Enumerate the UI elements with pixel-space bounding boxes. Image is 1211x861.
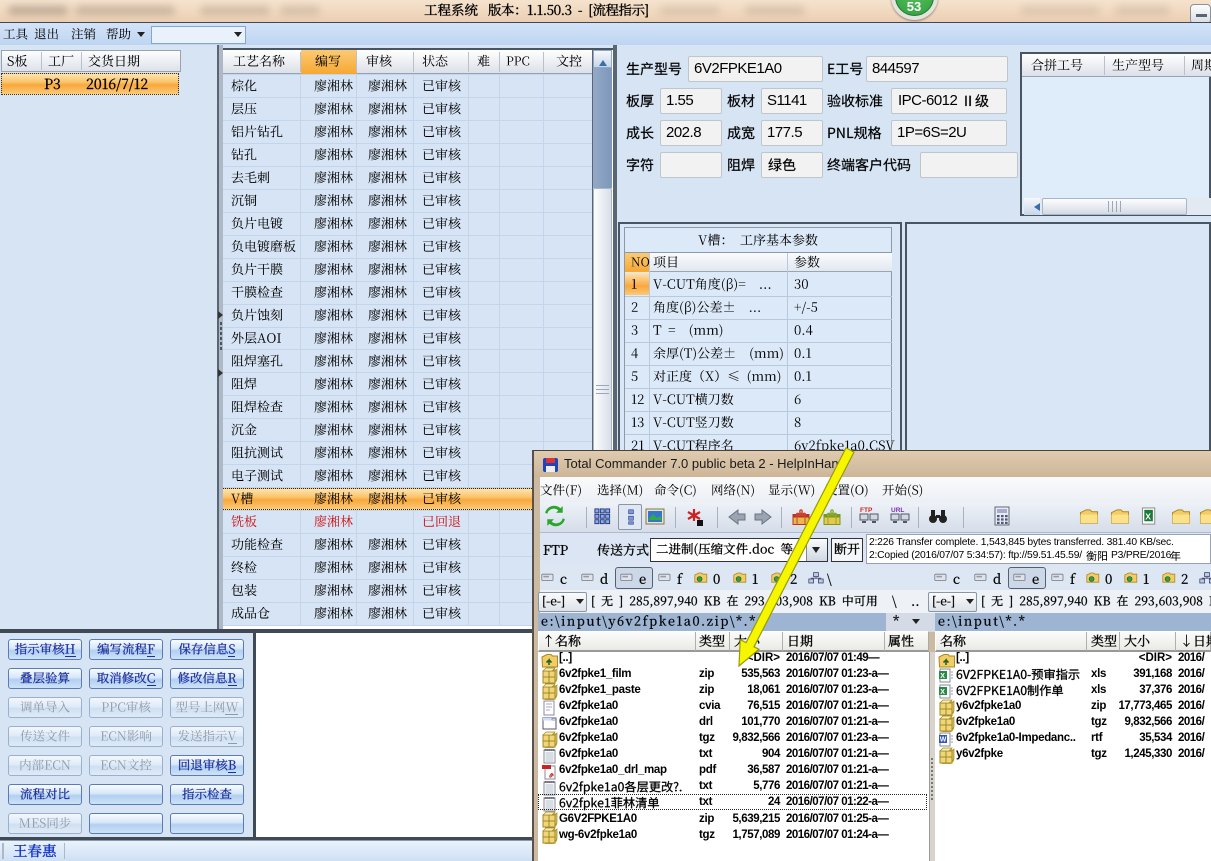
svg-text:FTP: FTP [860,507,873,514]
svg-text:X: X [940,689,945,696]
svg-text:X: X [940,673,945,680]
svg-text:X: X [1145,511,1151,521]
svg-text:URL: URL [891,507,904,514]
svg-text:W: W [940,736,947,743]
